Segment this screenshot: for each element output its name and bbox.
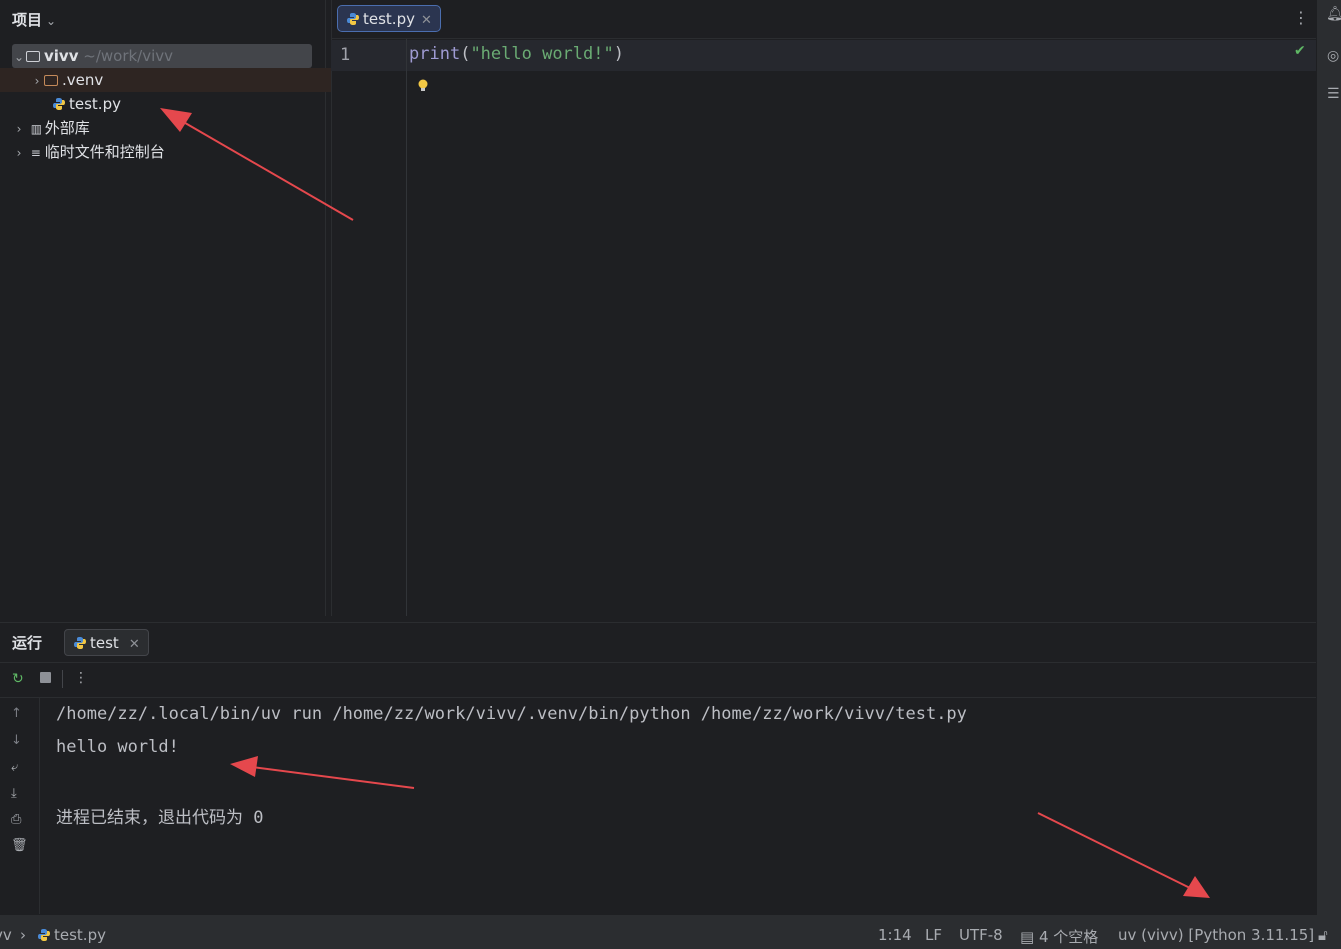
caret-position[interactable]: 1:14 [878,926,912,944]
folder-icon [44,75,58,86]
soft-wrap-icon[interactable]: ⤶ [11,760,18,775]
run-tab-label: test [90,634,119,652]
project-tool-window: 项目 ⌄ [0,0,326,616]
indent-setting[interactable]: ▤ 4 个空格 [1020,926,1098,947]
tree-item-scratches[interactable]: › ≡ 临时文件和控制台 [12,140,165,164]
database-icon[interactable]: ☰ [1327,86,1340,102]
code-string-token: "hello world!" [470,44,614,64]
python-file-icon [347,13,359,25]
stop-icon[interactable] [40,672,51,683]
close-icon[interactable]: ✕ [421,13,432,28]
print-icon[interactable]: ⎙ [11,812,21,827]
lock-icon[interactable]: 🔓︎ [1318,926,1328,944]
editor-tab-label: test.py [363,10,415,28]
python-file-icon [38,929,50,941]
checkmark-icon[interactable]: ✔ [1294,43,1306,59]
project-panel-header[interactable]: 项目 ⌄ [12,9,56,30]
trash-icon[interactable]: 🗑︎ [11,838,28,853]
code-function-token: print [409,44,461,64]
scroll-up-icon[interactable]: ↑ [11,706,22,721]
code-line[interactable]: print("hello world!") [409,44,624,64]
python-file-icon [53,98,65,110]
editor-tab-test-py[interactable]: test.py ✕ [337,5,441,32]
tree-item-label: 临时文件和控制台 [44,143,165,161]
code-paren-open: ( [460,44,471,64]
indent-label: 4 个空格 [1038,928,1099,946]
editor-area[interactable] [331,0,1318,616]
console-exit-line: 进程已结束，退出代码为 0 [56,808,264,828]
tree-root-path: ~/work/vivv [83,47,174,65]
scroll-down-icon[interactable]: ↓ [11,733,22,748]
run-tab-test[interactable]: test ✕ [64,629,149,656]
chevron-down-icon[interactable]: ⌄ [46,14,56,28]
breadcrumb-file-label: test.py [54,926,106,944]
breadcrumb-chevron-icon: › [20,926,26,944]
code-paren-close: ) [613,44,624,64]
ai-assistant-icon[interactable]: ◎ [1327,48,1339,64]
run-panel-title: 运行 [12,634,43,652]
breadcrumb-file[interactable]: test.py [37,926,106,944]
file-encoding[interactable]: UTF-8 [959,926,1003,944]
lightbulb-icon[interactable] [417,78,429,98]
chevron-right-icon[interactable]: › [30,69,44,93]
project-panel-title: 项目 [12,11,43,29]
tree-root-vivv[interactable]: ⌄ vivv ~/work/vivv [12,44,312,68]
scratch-console-icon: ≡ [30,146,41,160]
breadcrumb-root[interactable]: vv [0,926,12,944]
more-options-icon[interactable]: ⋮ [1293,8,1309,27]
tree-item-label: 外部库 [44,119,90,137]
chevron-right-icon[interactable]: › [12,141,26,165]
indent-icon: ▤ [1020,928,1035,946]
tree-item-test-py[interactable]: test.py [52,92,121,116]
library-icon: ▥ [30,122,43,136]
divider [0,697,1316,698]
close-icon[interactable]: ✕ [129,637,140,652]
more-options-icon[interactable]: ⋮ [74,670,88,686]
tree-item-venv[interactable]: › .venv [0,68,354,92]
chevron-right-icon[interactable]: › [12,117,26,141]
right-tool-strip: 🔔︎ ◎ ☰ [1317,0,1341,915]
folder-icon [26,51,40,62]
console-output-line: hello world! [56,737,179,757]
toolbar-separator [62,670,63,688]
rerun-icon[interactable]: ↻ [12,671,24,687]
tree-root-label: vivv [44,47,79,65]
divider [331,38,1316,39]
chevron-down-icon[interactable]: ⌄ [12,45,26,69]
scroll-to-end-icon[interactable]: ⤓ [11,786,17,801]
line-number: 1 [340,45,351,65]
divider [0,662,1316,663]
python-interpreter[interactable]: uv (vivv) [Python 3.11.15] [1118,926,1314,944]
line-separator[interactable]: LF [925,926,942,944]
gutter-divider [39,698,40,914]
gutter-divider [406,39,407,616]
tree-item-label: test.py [69,95,121,113]
notification-bell-icon[interactable]: 🔔︎ [1326,6,1341,22]
tree-item-label: .venv [62,71,104,89]
tree-item-external-libraries[interactable]: › ▥ 外部库 [12,116,90,140]
python-run-icon [74,637,86,649]
run-tool-window [0,622,1316,915]
console-command-line: /home/zz/.local/bin/uv run /home/zz/work… [56,704,967,724]
